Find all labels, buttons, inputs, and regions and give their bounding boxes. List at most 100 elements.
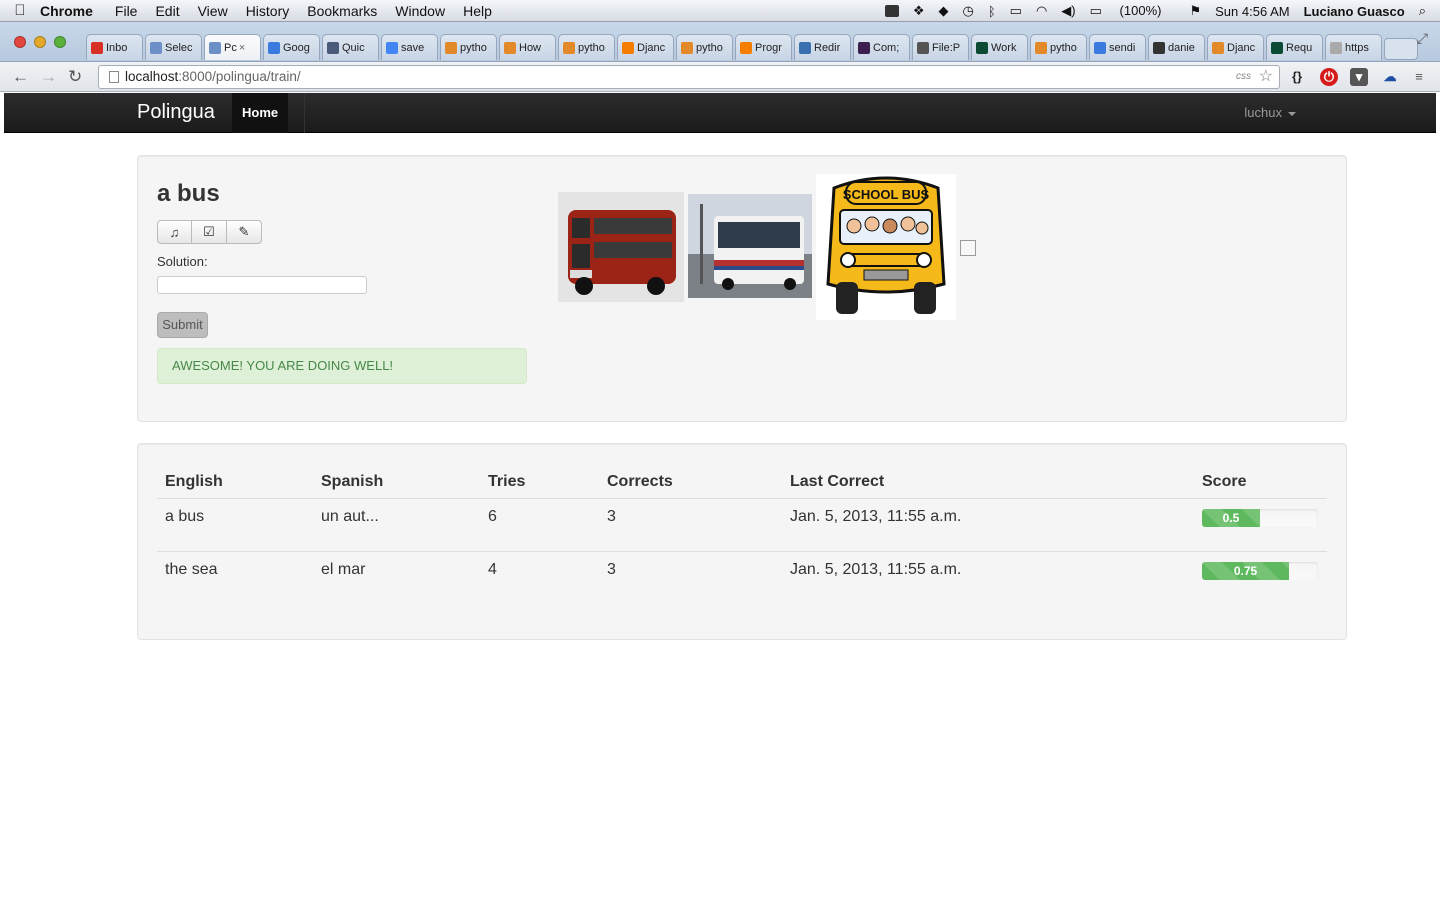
browser-tab[interactable]: Djanc <box>617 34 674 60</box>
django-icon <box>1271 41 1283 54</box>
menu-window[interactable]: Window <box>395 3 445 19</box>
menu-edit[interactable]: Edit <box>155 3 179 19</box>
browser-tab[interactable]: pytho <box>558 34 615 60</box>
browser-tab[interactable]: pytho <box>676 34 733 60</box>
edit-button[interactable]: ✎ <box>227 220 262 244</box>
browser-tab-label: File:P <box>932 41 961 54</box>
fullscreen-icon[interactable]: ⤢ <box>1417 30 1428 47</box>
browser-tab[interactable]: Djanc <box>1207 34 1264 60</box>
display-icon[interactable]: ▭ <box>1010 3 1022 19</box>
browser-tab[interactable]: Redir <box>794 34 851 60</box>
close-tab-icon[interactable]: × <box>239 42 245 54</box>
browser-tab[interactable]: Work <box>971 34 1028 60</box>
gmail-icon <box>91 41 103 54</box>
browser-tab[interactable]: Progr <box>735 34 792 60</box>
stack-icon <box>1035 41 1047 54</box>
github-icon <box>1153 41 1165 54</box>
caret-down-icon <box>1288 111 1296 116</box>
browser-tab-label: save <box>401 41 425 54</box>
browser-toolbar: ← → ↻ localhost:8000/polingua/train/ css… <box>0 62 1440 92</box>
menu-bookmarks[interactable]: Bookmarks <box>307 3 377 19</box>
submit-button[interactable]: Submit <box>157 312 208 338</box>
django-icon <box>976 41 988 54</box>
play-audio-button[interactable]: ♫ <box>157 220 192 244</box>
browser-tab[interactable]: Inbo <box>86 34 143 60</box>
browser-tab-label: danie <box>1168 41 1195 54</box>
browser-tab[interactable]: File:P <box>912 34 969 60</box>
browser-tab[interactable]: Com; <box>853 34 910 60</box>
flag-icon[interactable]: ⚑ <box>1189 3 1201 19</box>
word-actions: ♫ ☑ ✎ <box>157 220 262 244</box>
browser-tab[interactable]: https <box>1325 34 1382 60</box>
browser-tab[interactable]: pytho <box>1030 34 1087 60</box>
browser-tab[interactable]: How <box>499 34 556 60</box>
tab-strip: Inbo Selec Pc × Goog Quic save pytho How pytho Dja… <box>0 22 1440 62</box>
score-bar: 0.75 <box>1202 561 1289 580</box>
cloud-extension-icon[interactable]: ☁ <box>1381 68 1399 86</box>
bookmark-star-icon[interactable]: ☆ <box>1259 66 1273 88</box>
app-menu[interactable]: Chrome <box>40 3 93 19</box>
browser-tab[interactable]: Requ <box>1266 34 1323 60</box>
col-english: English <box>157 466 313 499</box>
stack-icon <box>1212 41 1224 54</box>
new-tab-button[interactable] <box>1384 38 1418 60</box>
clock[interactable]: Sun 4:56 AM <box>1215 4 1289 19</box>
user-name[interactable]: Luciano Guasco <box>1304 4 1405 19</box>
stack-icon <box>563 41 575 54</box>
browser-tab[interactable]: Selec <box>145 34 202 60</box>
pocket-icon[interactable]: ▾ <box>1350 68 1368 86</box>
score-bar: 0.5 <box>1202 508 1260 527</box>
time-machine-icon[interactable]: ◷ <box>963 3 974 19</box>
user-dropdown[interactable]: luchux <box>1244 93 1296 133</box>
browser-tab[interactable]: Pc × <box>204 34 261 60</box>
browser-tab[interactable]: sendi <box>1089 34 1146 60</box>
volume-icon[interactable]: ◀) <box>1061 3 1075 19</box>
nav-home[interactable]: Home <box>232 93 289 133</box>
adblock-icon[interactable]: ⏻ <box>1320 68 1338 86</box>
url-host: localhost <box>125 69 179 84</box>
broken-image-icon <box>960 240 976 256</box>
bluetooth-icon[interactable]: ᛒ <box>988 4 996 19</box>
address-bar[interactable]: localhost:8000/polingua/train/ css ☆ <box>98 65 1280 89</box>
check-button[interactable]: ☑ <box>192 220 227 244</box>
browser-tab-label: pytho <box>460 41 487 54</box>
terminal-icon[interactable] <box>884 5 899 17</box>
menu-help[interactable]: Help <box>463 3 492 19</box>
col-spanish: Spanish <box>313 466 480 499</box>
spotlight-icon[interactable]: ⌕ <box>1419 3 1426 19</box>
pencil-icon: ✎ <box>238 224 250 239</box>
pen-icon <box>799 41 811 54</box>
browser-tab[interactable]: danie <box>1148 34 1205 60</box>
apple-menu-icon[interactable]:  <box>0 2 40 19</box>
menu-history[interactable]: History <box>246 3 290 19</box>
menu-view[interactable]: View <box>198 3 228 19</box>
cell-english: a bus <box>157 498 313 552</box>
battery-status[interactable]: ▭ (100%) <box>1090 3 1176 19</box>
forward-icon[interactable]: → <box>40 67 57 87</box>
browser-tab[interactable]: pytho <box>440 34 497 60</box>
wifi-icon[interactable]: ◠ <box>1036 3 1047 19</box>
zoom-window-button[interactable] <box>54 36 66 48</box>
browser-tab-label: Redir <box>814 41 841 54</box>
menu-file[interactable]: File <box>115 3 138 19</box>
b-icon <box>858 41 870 54</box>
brand-logo[interactable]: Polingua <box>137 101 215 124</box>
minimize-window-button[interactable] <box>34 36 46 48</box>
chrome-menu-icon[interactable]: ≡ <box>1410 68 1428 86</box>
stats-table: English Spanish Tries Corrects Last Corr… <box>157 466 1327 604</box>
browser-tab[interactable]: Quic <box>322 34 379 60</box>
evernote-icon[interactable]: ◆ <box>939 3 949 19</box>
blogger-icon <box>622 41 634 54</box>
browser-tab[interactable]: Goog <box>263 34 320 60</box>
reload-icon[interactable]: ↻ <box>68 67 82 87</box>
css-extension-tag[interactable]: css <box>1236 66 1251 88</box>
json-extension-icon[interactable]: {} <box>1288 68 1306 86</box>
dropbox-icon[interactable]: ❖ <box>913 3 925 19</box>
browser-tab[interactable]: save <box>381 34 438 60</box>
city-bus-drawing <box>688 194 812 298</box>
solution-input[interactable] <box>157 276 367 294</box>
close-window-button[interactable] <box>14 36 26 48</box>
back-icon[interactable]: ← <box>12 67 29 87</box>
browser-tab-label: Work <box>991 41 1017 54</box>
page-icon <box>109 71 119 83</box>
